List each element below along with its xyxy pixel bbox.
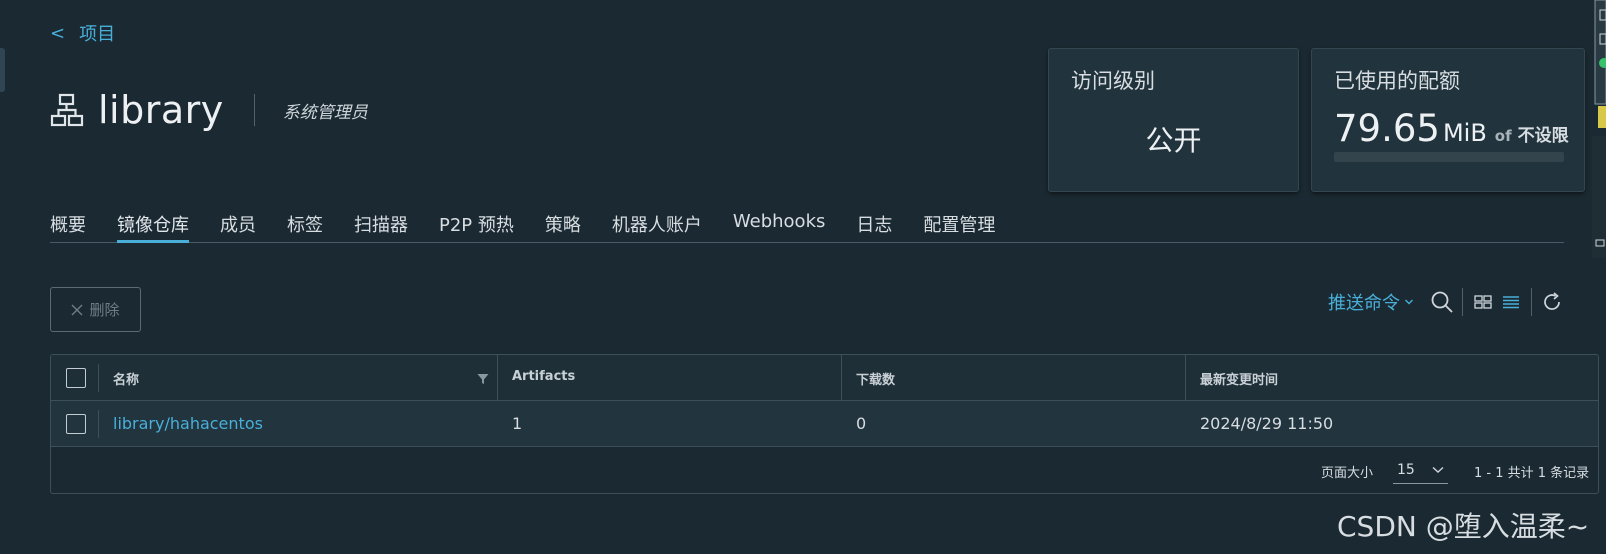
- quota-progress-bar: [1334, 152, 1564, 162]
- repository-table: 名称 Artifacts 下载数 最新变更时间 library/hahacent…: [50, 354, 1599, 494]
- watermark-text: CSDN @堕入温柔~: [1337, 510, 1590, 543]
- access-level-value: 公开: [1145, 124, 1202, 157]
- repository-name-link[interactable]: library/hahacentos: [113, 414, 263, 433]
- quota-card: 已使用的配额 79.65 MiB of 不设限: [1311, 48, 1585, 192]
- tab-labels[interactable]: 标签: [287, 207, 323, 243]
- delete-label: 删除: [89, 301, 120, 319]
- table-header: 名称 Artifacts 下载数 最新变更时间: [51, 355, 1598, 401]
- toolbar-divider: [1462, 288, 1463, 316]
- column-divider: [497, 355, 498, 401]
- row-checkbox[interactable]: [66, 414, 86, 434]
- column-divider: [841, 355, 842, 401]
- table-footer: 页面大小 15 1 - 1 共计 1 条记录: [51, 447, 1598, 493]
- column-divider: [98, 364, 99, 392]
- last-modified-time: 2024/8/29 11:50: [1200, 414, 1334, 433]
- quota-title: 已使用的配额: [1334, 69, 1460, 93]
- pagination-summary: 1 - 1 共计 1 条记录: [1474, 466, 1590, 481]
- page-size-select[interactable]: 15: [1393, 456, 1448, 484]
- tab-summary[interactable]: 概要: [50, 207, 86, 243]
- search-button[interactable]: [1428, 288, 1456, 316]
- quota-limit: 不设限: [1517, 126, 1569, 146]
- grid-view-icon: [1474, 295, 1492, 309]
- tab-p2p-preheat[interactable]: P2P 预热: [439, 207, 514, 243]
- side-nav-edge[interactable]: [0, 48, 5, 92]
- project-header: library 系统管理员: [50, 88, 368, 132]
- toolbar-divider-2: [1531, 288, 1532, 316]
- filter-icon[interactable]: [477, 373, 489, 385]
- column-header-artifacts[interactable]: Artifacts: [512, 369, 575, 384]
- quota-usage: 79.65 MiB of 不设限: [1334, 107, 1569, 150]
- project-name: library: [98, 88, 224, 132]
- page-size-label: 页面大小: [1321, 466, 1374, 481]
- header-divider: [253, 94, 255, 126]
- repo-toolbar: 推送命令: [1328, 286, 1566, 318]
- search-icon: [1431, 291, 1453, 313]
- select-all-checkbox[interactable]: [66, 368, 86, 388]
- project-tree-icon: [50, 93, 84, 127]
- back-to-projects-link[interactable]: < 项目: [50, 20, 115, 46]
- tab-scanner[interactable]: 扫描器: [354, 207, 408, 243]
- access-level-card: 访问级别 公开: [1048, 48, 1299, 192]
- quota-used-unit: MiB: [1442, 119, 1487, 147]
- refresh-button[interactable]: [1538, 288, 1566, 316]
- tab-robot-accounts[interactable]: 机器人账户: [612, 207, 702, 243]
- column-divider: [98, 410, 99, 438]
- push-command-dropdown[interactable]: 推送命令: [1328, 289, 1414, 315]
- card-view-button[interactable]: [1469, 288, 1497, 316]
- delete-button[interactable]: 删除: [50, 287, 141, 332]
- quota-used-value: 79.65: [1334, 107, 1440, 150]
- column-header-pulls[interactable]: 下载数: [856, 369, 895, 388]
- tab-webhooks[interactable]: Webhooks: [733, 207, 825, 243]
- chevron-down-icon: [1405, 299, 1413, 305]
- chevron-left-icon: <: [50, 22, 66, 44]
- access-level-title: 访问级别: [1071, 69, 1155, 93]
- list-view-button[interactable]: [1497, 288, 1525, 316]
- table-row: library/hahacentos 1 0 2024/8/29 11:50: [51, 401, 1598, 447]
- artifacts-count: 1: [512, 414, 523, 433]
- list-view-icon: [1503, 296, 1519, 309]
- quota-of-label: of: [1494, 127, 1512, 145]
- tab-configuration[interactable]: 配置管理: [923, 207, 995, 243]
- tab-logs[interactable]: 日志: [856, 207, 892, 243]
- tab-repositories[interactable]: 镜像仓库: [117, 207, 189, 243]
- page-size-value: 15: [1397, 461, 1415, 478]
- pull-count: 0: [856, 414, 867, 433]
- back-label: 项目: [79, 24, 116, 45]
- refresh-icon: [1544, 292, 1560, 310]
- tab-policy[interactable]: 策略: [545, 207, 581, 243]
- push-command-label: 推送命令: [1328, 293, 1400, 314]
- close-icon: [71, 304, 83, 315]
- column-header-updated[interactable]: 最新变更时间: [1200, 369, 1278, 388]
- column-divider: [1185, 355, 1186, 401]
- column-header-name[interactable]: 名称: [113, 369, 139, 388]
- tab-members[interactable]: 成员: [220, 207, 256, 243]
- chevron-down-icon: [1432, 466, 1444, 473]
- user-role: 系统管理员: [282, 102, 368, 123]
- project-tabs: 概要 镜像仓库 成员 标签 扫描器 P2P 预热 策略 机器人账户 Webhoo…: [50, 207, 1564, 243]
